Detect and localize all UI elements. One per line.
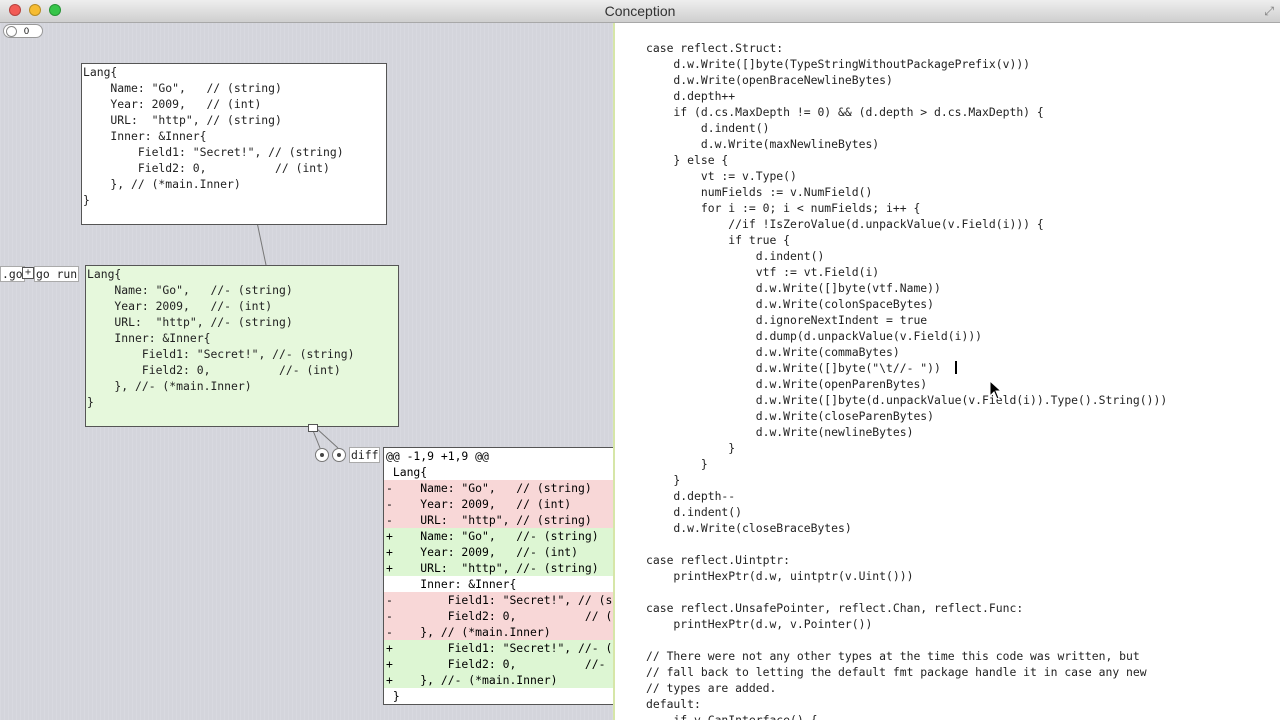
editor-code-line: d.w.Write(colonSpaceBytes) xyxy=(646,297,935,311)
editor-code-line: // types are added. xyxy=(646,681,777,695)
editor-code-line: d.indent() xyxy=(646,121,770,135)
editor-code-line: d.indent() xyxy=(646,505,743,519)
code-line: Field1: "Secret!", // (string) xyxy=(83,145,344,159)
editor-code-line: d.depth-- xyxy=(646,489,736,503)
diff-input-b-port[interactable] xyxy=(332,448,346,462)
diff-line: - URL: "http", // (string) xyxy=(384,512,613,528)
editor-code-line: } else { xyxy=(646,153,729,167)
code-line: Field2: 0, //- (int) xyxy=(87,363,341,377)
window-title: Conception xyxy=(604,3,676,19)
code-line: URL: "http", // (string) xyxy=(83,113,282,127)
editor-code-line: d.depth++ xyxy=(646,89,736,103)
diff-line: - Name: "Go", // (string) xyxy=(384,480,613,496)
diff-line: @@ -1,9 +1,9 @@ xyxy=(386,449,489,463)
code-line: }, //- (*main.Inner) xyxy=(87,379,252,393)
editor-code-line: d.w.Write(maxNewlineBytes) xyxy=(646,137,880,151)
node-canvas[interactable]: 0 Lang{ Name: "Go", // (string) Year: 20… xyxy=(0,23,613,720)
editor-code-line: vtf := vt.Field(i) xyxy=(646,265,880,279)
diff-line: + Field2: 0, //- (int) xyxy=(384,656,613,672)
code-line: Inner: &Inner{ xyxy=(87,331,211,345)
diff-line: + Name: "Go", //- (string) xyxy=(384,528,613,544)
editor-code-line: // fall back to letting the default fmt … xyxy=(646,665,1147,679)
diff-line: - Year: 2009, // (int) xyxy=(384,496,613,512)
editor-code-line: if (d.cs.MaxDepth != 0) && (d.depth > d.… xyxy=(646,105,1044,119)
editor-code-line: d.w.Write(closeBraceBytes) xyxy=(646,521,852,535)
code-line: Lang{ xyxy=(83,65,118,79)
editor-code-line: d.w.Write([]byte(TypeStringWithoutPackag… xyxy=(646,57,1031,71)
code-line: Lang{ xyxy=(87,267,122,281)
editor-code-line: } xyxy=(646,441,736,455)
editor-code-line: case reflect.Struct: xyxy=(646,41,784,55)
editor-code-line: } xyxy=(646,457,708,471)
diff-line: + Year: 2009, //- (int) xyxy=(384,544,613,560)
diff-node-label[interactable]: diff xyxy=(349,447,381,463)
output-box[interactable]: Lang{ Name: "Go", // (string) Year: 2009… xyxy=(81,63,387,225)
code-line: Name: "Go", //- (string) xyxy=(87,283,293,297)
editor-code-line: case reflect.Uintptr: xyxy=(646,553,791,567)
editor-code-line: case reflect.UnsafePointer, reflect.Chan… xyxy=(646,601,1024,615)
code-line: Field2: 0, // (int) xyxy=(83,161,330,175)
diff-output-box[interactable]: @@ -1,9 +1,9 @@ Lang{- Name: "Go", // (s… xyxy=(383,447,613,705)
diff-line: - Field1: "Secret!", // (string) xyxy=(384,592,613,608)
code-line: } xyxy=(83,193,90,207)
diff-line: + URL: "http", //- (string) xyxy=(384,560,613,576)
editor-code-line: printHexPtr(d.w, uintptr(v.Uint())) xyxy=(646,569,914,583)
editor-code-line: printHexPtr(d.w, v.Pointer()) xyxy=(646,617,873,631)
editor-code-line: default: xyxy=(646,697,701,711)
text-cursor xyxy=(955,361,957,374)
editor-code-line: } xyxy=(646,473,681,487)
fullscreen-icon[interactable]: ⤢ xyxy=(1264,4,1274,19)
editor-code-line: //if !IsZeroValue(d.unpackValue(v.Field(… xyxy=(646,217,1044,231)
diff-line: + }, //- (*main.Inner) xyxy=(384,672,613,688)
editor-code-line: d.dump(d.unpackValue(v.Field(i))) xyxy=(646,329,983,343)
editor-code-line: d.indent() xyxy=(646,249,825,263)
go-run-node-label[interactable]: go run xyxy=(34,266,80,282)
title-bar: Conception ⤢ xyxy=(0,0,1280,23)
editor-code-line: vt := v.Type() xyxy=(646,169,797,183)
editor-code-line: d.w.Write(commaBytes) xyxy=(646,345,900,359)
diff-line: Inner: &Inner{ xyxy=(386,577,517,591)
editor-code-line: d.w.Write([]byte("\t//- ")) xyxy=(646,361,941,375)
code-line: Year: 2009, //- (int) xyxy=(87,299,273,313)
add-button[interactable]: + xyxy=(22,267,34,279)
diff-line: } xyxy=(386,689,400,703)
editor-code-line: numFields := v.NumField() xyxy=(646,185,873,199)
code-line: Name: "Go", // (string) xyxy=(83,81,282,95)
diff-line: - }, // (*main.Inner) xyxy=(384,624,613,640)
mouse-pointer-icon xyxy=(989,380,1003,400)
code-line: Year: 2009, // (int) xyxy=(83,97,262,111)
editor-code-line: if true { xyxy=(646,233,791,247)
editor-code-line: d.w.Write(openParenBytes) xyxy=(646,377,928,391)
editor-code-line: d.w.Write([]byte(d.unpackValue(v.Field(i… xyxy=(646,393,1168,407)
run-output-box[interactable]: Lang{ Name: "Go", //- (string) Year: 200… xyxy=(85,265,399,427)
diff-line: + Field1: "Secret!", //- (string) xyxy=(384,640,613,656)
diff-input-a-port[interactable] xyxy=(315,448,329,462)
code-editor[interactable]: case reflect.Struct: d.w.Write([]byte(Ty… xyxy=(615,23,1280,720)
editor-code-line: d.w.Write([]byte(vtf.Name)) xyxy=(646,281,941,295)
editor-code-line: for i := 0; i < numFields; i++ { xyxy=(646,201,921,215)
expand-handle[interactable] xyxy=(308,424,318,432)
editor-code-line: d.w.Write(openBraceNewlineBytes) xyxy=(646,73,893,87)
diff-line: - Field2: 0, // (int) xyxy=(384,608,613,624)
code-line: } xyxy=(87,395,94,409)
file-node-label[interactable]: .go xyxy=(0,266,25,282)
editor-code-line: d.w.Write(closeParenBytes) xyxy=(646,409,935,423)
diff-line: Lang{ xyxy=(386,465,428,479)
editor-code-line: d.ignoreNextIndent = true xyxy=(646,313,928,327)
code-line: }, // (*main.Inner) xyxy=(83,177,241,191)
code-line: Field1: "Secret!", //- (string) xyxy=(87,347,355,361)
editor-code-line: d.w.Write(newlineBytes) xyxy=(646,425,914,439)
editor-code-line: if v.CanInterface() { xyxy=(646,713,818,720)
editor-code-line: // There were not any other types at the… xyxy=(646,649,1140,663)
code-line: URL: "http", //- (string) xyxy=(87,315,293,329)
code-line: Inner: &Inner{ xyxy=(83,129,207,143)
